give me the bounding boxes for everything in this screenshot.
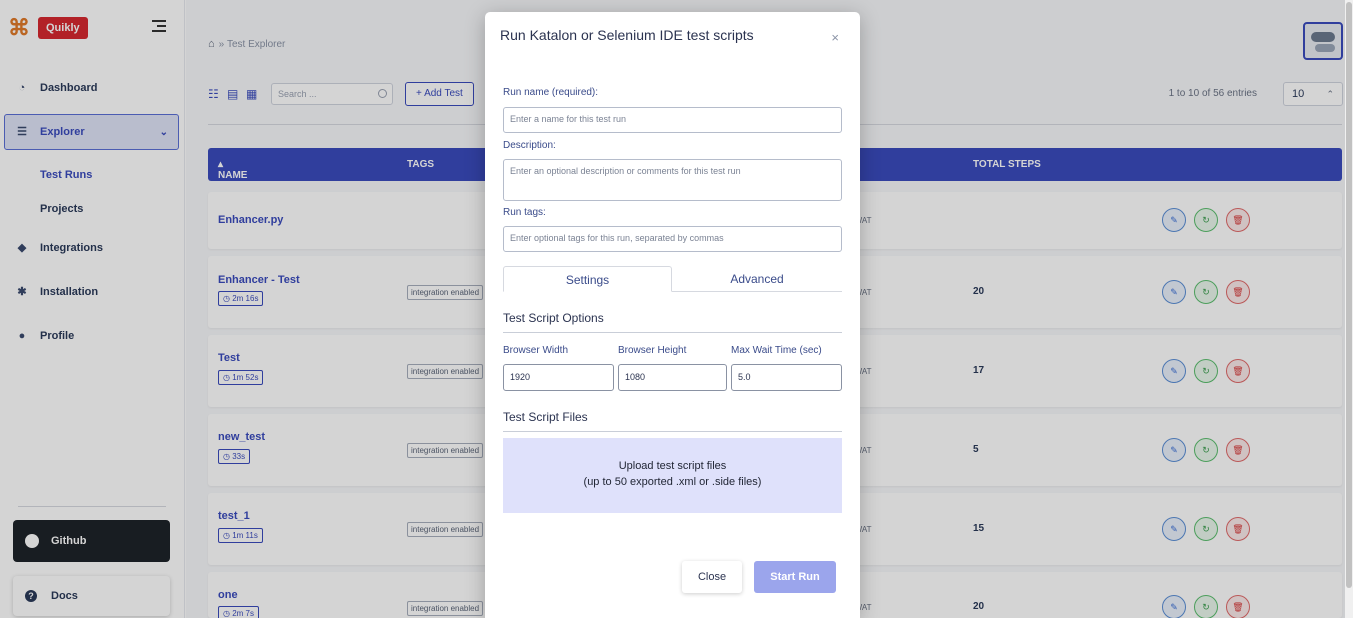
start-run-button[interactable]: Start Run	[754, 561, 836, 593]
max-wait-input[interactable]: 5.0	[731, 364, 842, 391]
run-name-label: Run name (required):	[503, 87, 599, 98]
tab-advanced[interactable]: Advanced	[672, 266, 842, 292]
browser-width-label: Browser Width	[503, 345, 569, 356]
browser-width-input[interactable]: 1920	[503, 364, 614, 391]
description-label: Description:	[503, 140, 556, 151]
max-wait-label: Max Wait Time (sec)	[731, 345, 822, 356]
upload-text: Upload test script files	[618, 460, 727, 472]
close-icon[interactable]: ×	[831, 30, 839, 45]
tab-settings[interactable]: Settings	[503, 266, 672, 292]
files-section-title: Test Script Files	[503, 410, 588, 424]
run-tags-label: Run tags:	[503, 207, 546, 218]
run-tags-input[interactable]: Enter optional tags for this run, separa…	[503, 226, 842, 252]
divider	[503, 431, 842, 432]
upload-dropzone[interactable]: Upload test script files (up to 50 expor…	[503, 438, 842, 513]
browser-height-label: Browser Height	[618, 345, 687, 356]
divider	[503, 332, 842, 333]
modal-title: Run Katalon or Selenium IDE test scripts	[500, 27, 754, 43]
scrollbar[interactable]	[1345, 0, 1353, 618]
settings-tabs: Settings Advanced	[503, 266, 842, 292]
close-button[interactable]: Close	[682, 561, 742, 593]
run-tests-modal: Run Katalon or Selenium IDE test scripts…	[485, 12, 860, 618]
description-textarea[interactable]: Enter an optional description or comment…	[503, 159, 842, 201]
upload-hint: (up to 50 exported .xml or .side files)	[583, 476, 762, 488]
run-name-input[interactable]: Enter a name for this test run	[503, 107, 842, 133]
browser-height-input[interactable]: 1080	[618, 364, 727, 391]
scrollbar-thumb[interactable]	[1346, 2, 1352, 588]
options-section-title: Test Script Options	[503, 311, 604, 325]
